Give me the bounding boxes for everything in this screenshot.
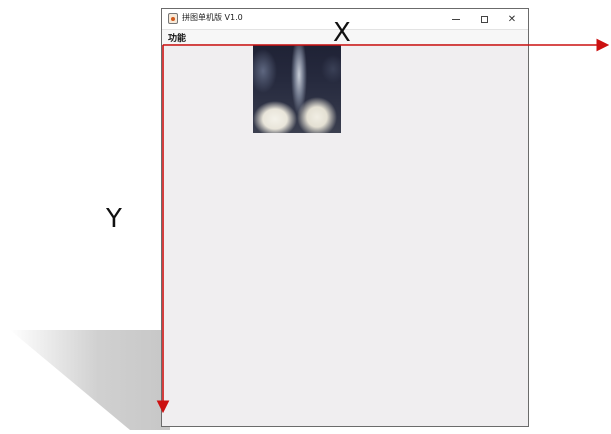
maximize-icon — [480, 15, 488, 23]
x-axis-label: X — [333, 18, 351, 48]
close-button[interactable]: ✕ — [498, 9, 526, 29]
window-drop-shadow — [10, 330, 170, 430]
puzzle-tile-image[interactable] — [253, 45, 341, 133]
window-title: 拼图单机版 V1.0 — [182, 13, 243, 22]
minimize-icon — [452, 18, 460, 20]
y-axis-label: Y — [106, 204, 122, 234]
menu-item-function[interactable]: 功能 — [168, 31, 186, 44]
maximize-button[interactable] — [470, 9, 498, 29]
close-icon: ✕ — [507, 13, 517, 25]
java-cup-icon — [168, 13, 178, 24]
minimize-button[interactable] — [442, 9, 470, 29]
app-window: 拼图单机版 V1.0 ✕ 功能 — [161, 8, 529, 427]
